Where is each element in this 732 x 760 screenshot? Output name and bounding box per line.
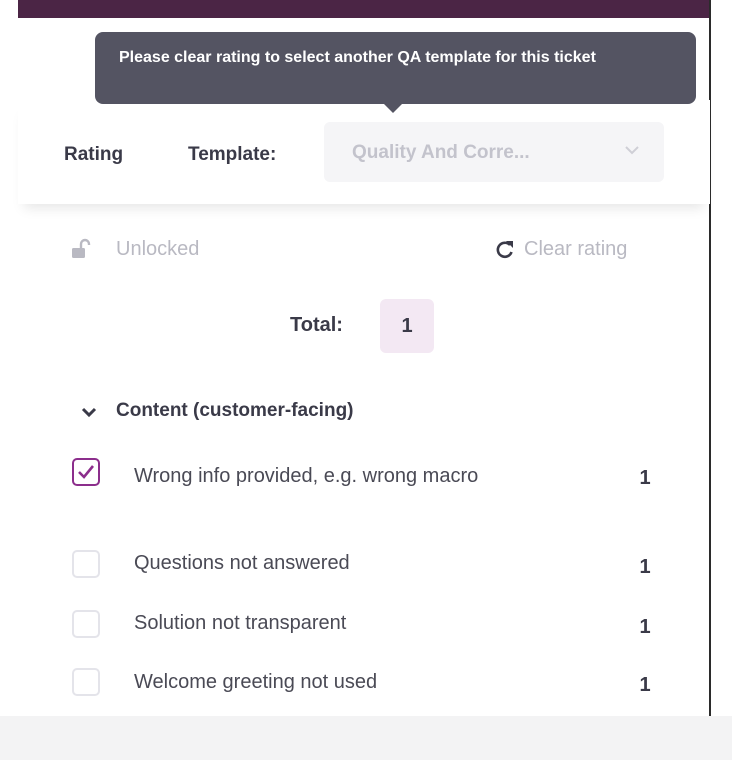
unlock-icon — [72, 238, 91, 258]
bottom-strip — [0, 716, 732, 760]
item-label: Solution not transparent — [134, 612, 347, 634]
clear-rating-label: Clear rating — [524, 238, 628, 260]
chevron-down-icon — [625, 146, 639, 155]
item-checkbox-solution-not-transparent[interactable] — [72, 610, 100, 638]
item-score: 1 — [639, 556, 651, 578]
tooltip-arrow — [384, 104, 402, 113]
template-label: Template: — [188, 144, 277, 165]
total-value: 1 — [401, 315, 413, 337]
total-badge: 1 — [380, 299, 434, 353]
template-select[interactable]: Quality And Corre... — [324, 122, 664, 182]
rating-tab[interactable]: Rating — [64, 144, 123, 166]
tooltip-text: Please clear rating to select another QA… — [119, 49, 596, 66]
template-tooltip: Please clear rating to select another QA… — [95, 32, 696, 113]
refresh-icon — [496, 241, 513, 259]
top-bar — [18, 0, 710, 18]
item-label: Welcome greeting not used — [134, 671, 378, 693]
template-select-value: Quality And Corre... — [352, 142, 530, 163]
item-checkbox-questions-not-answered[interactable] — [72, 550, 100, 578]
item-label: Questions not answered — [134, 552, 350, 574]
rating-header: Rating Template: Quality And Corre... — [18, 100, 710, 204]
item-checkbox-welcome-greeting[interactable] — [72, 668, 100, 696]
chevron-down-icon — [81, 407, 97, 418]
item-score: 1 — [639, 616, 651, 638]
item-score: 1 — [639, 674, 651, 696]
section-label: Content (customer-facing) — [116, 400, 354, 421]
item-label: Wrong info provided, e.g. wrong macro — [134, 465, 479, 487]
item-score: 1 — [639, 467, 651, 489]
item-checkbox-wrong-info[interactable] — [72, 458, 100, 486]
checkmark-icon — [78, 465, 95, 479]
total-label: Total: — [290, 314, 343, 336]
lock-status-label: Unlocked — [116, 238, 200, 260]
